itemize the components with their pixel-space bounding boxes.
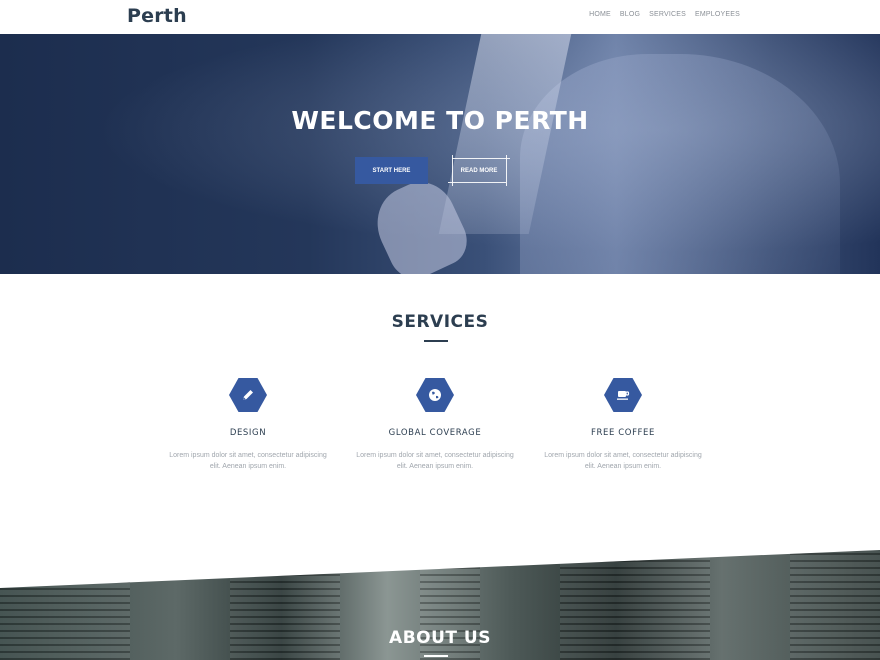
nav-home[interactable]: HOME <box>589 11 611 18</box>
read-more-button[interactable]: READ MORE <box>448 155 510 186</box>
service-description: Lorem ipsum dolor sit amet, consectetur … <box>356 452 514 470</box>
services-divider <box>424 340 448 342</box>
nav-blog[interactable]: BLOG <box>620 11 640 18</box>
button-border-bottom <box>448 182 506 183</box>
pencil-icon <box>229 378 267 412</box>
service-global-coverage: GLOBAL COVERAGE Lorem ipsum dolor sit am… <box>350 378 520 472</box>
service-description: Lorem ipsum dolor sit amet, consectetur … <box>544 452 702 470</box>
service-design: DESIGN Lorem ipsum dolor sit amet, conse… <box>163 378 333 472</box>
service-free-coffee: FREE COFFEE Lorem ipsum dolor sit amet, … <box>538 378 708 472</box>
services-heading: SERVICES <box>391 312 489 332</box>
service-description: Lorem ipsum dolor sit amet, consectetur … <box>169 452 327 470</box>
button-border-right <box>506 155 507 186</box>
service-title: FREE COFFEE <box>591 428 655 438</box>
site-logo[interactable]: Perth <box>127 5 187 27</box>
hero-overlay <box>0 34 880 274</box>
about-heading: ABOUT US <box>389 628 491 648</box>
about-divider <box>424 655 448 657</box>
main-nav: HOME BLOG SERVICES EMPLOYEES <box>589 11 740 18</box>
site-header: Perth HOME BLOG SERVICES EMPLOYEES <box>0 0 880 34</box>
button-border-left <box>452 155 453 186</box>
nav-services[interactable]: SERVICES <box>649 11 686 18</box>
hero-title: WELCOME TO PERTH <box>291 106 589 135</box>
coffee-icon <box>604 378 642 412</box>
start-here-button[interactable]: START HERE <box>355 157 428 184</box>
globe-icon <box>416 378 454 412</box>
hero-section: WELCOME TO PERTH START HERE READ MORE <box>0 34 880 274</box>
service-title: GLOBAL COVERAGE <box>388 428 482 438</box>
button-border-top <box>452 158 510 159</box>
nav-employees[interactable]: EMPLOYEES <box>695 11 740 18</box>
read-more-label: READ MORE <box>460 167 498 174</box>
service-title: DESIGN <box>229 428 267 438</box>
